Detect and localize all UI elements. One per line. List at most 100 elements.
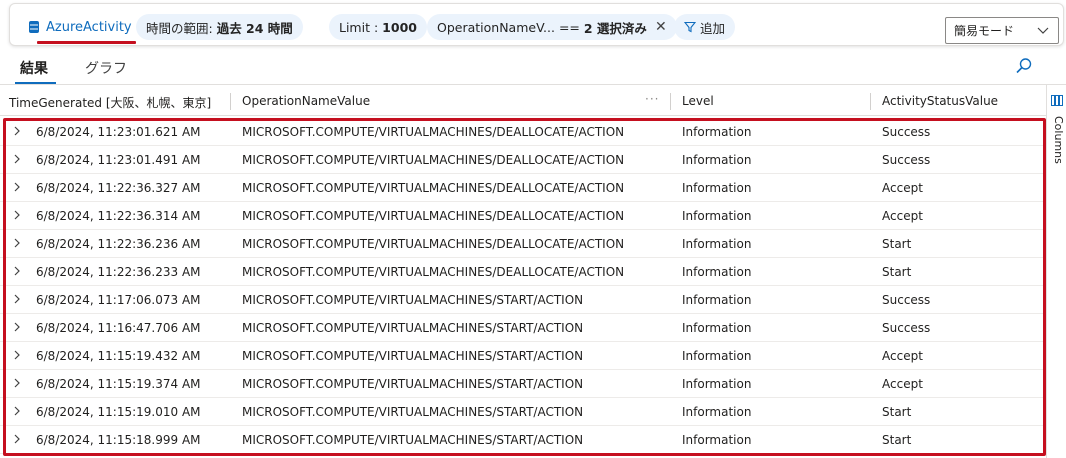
cell-timegenerated: 6/8/2024, 11:22:36.236 AM — [36, 237, 201, 251]
cell-timegenerated: 6/8/2024, 11:15:19.432 AM — [36, 349, 201, 363]
cell-operationname: MICROSOFT.COMPUTE/VIRTUALMACHINES/START/… — [242, 349, 584, 363]
cell-timegenerated: 6/8/2024, 11:23:01.491 AM — [36, 153, 201, 167]
remove-filter-icon[interactable]: ✕ — [655, 19, 667, 35]
cell-operationname: MICROSOFT.COMPUTE/VIRTUALMACHINES/DEALLO… — [242, 125, 625, 139]
cell-level: Information — [682, 405, 752, 419]
limit-value: 1000 — [382, 19, 417, 35]
cell-operationname: MICROSOFT.COMPUTE/VIRTUALMACHINES/DEALLO… — [242, 153, 625, 167]
chevron-right-icon[interactable] — [12, 404, 22, 418]
cell-operationname: MICROSOFT.COMPUTE/VIRTUALMACHINES/START/… — [242, 293, 584, 307]
cell-level: Information — [682, 181, 752, 195]
column-header-operationname[interactable]: OperationNameValue — [242, 94, 370, 108]
column-header-timegenerated[interactable]: TimeGenerated [大阪、札幌、東京] — [9, 94, 211, 111]
results-grid-body: 6/8/2024, 11:23:01.621 AM MICROSOFT.COMPU… — [0, 118, 1046, 454]
table-row[interactable]: 6/8/2024, 11:23:01.491 AM MICROSOFT.COMPU… — [0, 146, 1046, 174]
cell-timegenerated: 6/8/2024, 11:15:19.010 AM — [36, 405, 201, 419]
cell-timegenerated: 6/8/2024, 11:23:01.621 AM — [36, 125, 201, 139]
grid-header: TimeGenerated [大阪、札幌、東京] OperationNameVa… — [0, 88, 1046, 115]
cell-activitystatus: Success — [882, 293, 931, 307]
table-row[interactable]: 6/8/2024, 11:16:47.706 AM MICROSOFT.COMPU… — [0, 314, 1046, 342]
table-row[interactable]: 6/8/2024, 11:15:19.010 AM MICROSOFT.COMPU… — [0, 398, 1046, 426]
search-icon[interactable] — [1015, 57, 1033, 75]
cell-level: Information — [682, 293, 752, 307]
tab-chart[interactable]: グラフ — [85, 58, 127, 80]
time-range-value: 過去 24 時間 — [216, 20, 293, 36]
cell-operationname: MICROSOFT.COMPUTE/VIRTUALMACHINES/START/… — [242, 433, 584, 447]
cell-timegenerated: 6/8/2024, 11:15:18.999 AM — [36, 433, 201, 447]
add-filter-label: 追加 — [700, 20, 726, 36]
chevron-right-icon[interactable] — [12, 124, 22, 138]
table-name: AzureActivity — [46, 19, 132, 35]
chevron-down-icon — [1037, 27, 1049, 34]
operation-filter-label: OperationNameV... — [437, 19, 555, 35]
cell-activitystatus: Start — [882, 265, 912, 279]
mode-value: 簡易モード — [954, 24, 1015, 38]
time-range-chip[interactable]: 時間の範囲: 過去 24 時間 — [136, 14, 303, 40]
columns-icon — [1051, 95, 1063, 106]
chevron-right-icon[interactable] — [12, 152, 22, 166]
cell-activitystatus: Success — [882, 125, 931, 139]
cell-operationname: MICROSOFT.COMPUTE/VIRTUALMACHINES/START/… — [242, 377, 584, 391]
query-filter-bar: AzureActivity 時間の範囲: 過去 24 時間 Limit : 10… — [9, 3, 1064, 46]
cell-level: Information — [682, 349, 752, 363]
cell-activitystatus: Success — [882, 321, 931, 335]
column-header-level[interactable]: Level — [682, 94, 714, 108]
cell-operationname: MICROSOFT.COMPUTE/VIRTUALMACHINES/START/… — [242, 405, 584, 419]
column-header-activitystatus[interactable]: ActivityStatusValue — [882, 94, 998, 108]
table-name-annotation-underline — [37, 41, 136, 44]
table-selector[interactable]: AzureActivity — [28, 16, 132, 38]
cell-timegenerated: 6/8/2024, 11:22:36.233 AM — [36, 265, 201, 279]
cell-activitystatus: Accept — [882, 349, 923, 363]
chevron-right-icon[interactable] — [12, 264, 22, 278]
table-row[interactable]: 6/8/2024, 11:17:06.073 AM MICROSOFT.COMPU… — [0, 286, 1046, 314]
cell-timegenerated: 6/8/2024, 11:22:36.327 AM — [36, 181, 201, 195]
cell-activitystatus: Start — [882, 405, 912, 419]
cell-operationname: MICROSOFT.COMPUTE/VIRTUALMACHINES/START/… — [242, 321, 584, 335]
columns-label[interactable]: Columns — [1052, 116, 1065, 164]
cell-timegenerated: 6/8/2024, 11:15:19.374 AM — [36, 377, 201, 391]
chevron-right-icon[interactable] — [12, 236, 22, 250]
time-range-label: 時間の範囲: — [146, 20, 213, 36]
cell-operationname: MICROSOFT.COMPUTE/VIRTUALMACHINES/DEALLO… — [242, 209, 625, 223]
table-row[interactable]: 6/8/2024, 11:22:36.236 AM MICROSOFT.COMPU… — [0, 230, 1046, 258]
cell-level: Information — [682, 237, 752, 251]
filter-icon — [684, 21, 696, 33]
tab-results[interactable]: 結果 — [20, 58, 48, 80]
mode-dropdown[interactable]: 簡易モード — [945, 17, 1059, 44]
chevron-right-icon[interactable] — [12, 208, 22, 222]
limit-chip[interactable]: Limit : 1000 — [329, 14, 427, 40]
cell-operationname: MICROSOFT.COMPUTE/VIRTUALMACHINES/DEALLO… — [242, 237, 625, 251]
cell-timegenerated: 6/8/2024, 11:16:47.706 AM — [36, 321, 201, 335]
table-row[interactable]: 6/8/2024, 11:15:18.999 AM MICROSOFT.COMPU… — [0, 426, 1046, 454]
header-divider — [0, 115, 1046, 116]
add-filter-button[interactable]: 追加 — [674, 14, 736, 40]
operation-filter-value: 2 選択済み — [583, 20, 647, 36]
cell-level: Information — [682, 433, 752, 447]
cell-activitystatus: Start — [882, 433, 912, 447]
column-resizer[interactable] — [670, 93, 671, 110]
limit-label: Limit : — [339, 19, 379, 35]
chevron-right-icon[interactable] — [12, 292, 22, 306]
chevron-right-icon[interactable] — [12, 376, 22, 390]
cell-activitystatus: Accept — [882, 377, 923, 391]
table-row[interactable]: 6/8/2024, 11:22:36.327 AM MICROSOFT.COMPU… — [0, 174, 1046, 202]
chevron-right-icon[interactable] — [12, 180, 22, 194]
cell-timegenerated: 6/8/2024, 11:22:36.314 AM — [36, 209, 201, 223]
cell-level: Information — [682, 321, 752, 335]
chevron-right-icon[interactable] — [12, 432, 22, 446]
table-row[interactable]: 6/8/2024, 11:22:36.233 AM MICROSOFT.COMPU… — [0, 258, 1046, 286]
cell-operationname: MICROSOFT.COMPUTE/VIRTUALMACHINES/DEALLO… — [242, 265, 625, 279]
cell-level: Information — [682, 153, 752, 167]
chevron-right-icon[interactable] — [12, 348, 22, 362]
operation-filter-chip[interactable]: OperationNameV... == 2 選択済み ✕ — [427, 14, 677, 40]
table-row[interactable]: 6/8/2024, 11:15:19.432 AM MICROSOFT.COMPU… — [0, 342, 1046, 370]
chevron-right-icon[interactable] — [12, 320, 22, 334]
cell-level: Information — [682, 265, 752, 279]
column-menu-icon[interactable]: ··· — [645, 92, 659, 106]
column-resizer[interactable] — [230, 93, 231, 110]
cell-level: Information — [682, 209, 752, 223]
table-row[interactable]: 6/8/2024, 11:15:19.374 AM MICROSOFT.COMPU… — [0, 370, 1046, 398]
table-row[interactable]: 6/8/2024, 11:23:01.621 AM MICROSOFT.COMPU… — [0, 118, 1046, 146]
table-row[interactable]: 6/8/2024, 11:22:36.314 AM MICROSOFT.COMPU… — [0, 202, 1046, 230]
column-resizer[interactable] — [870, 93, 871, 110]
